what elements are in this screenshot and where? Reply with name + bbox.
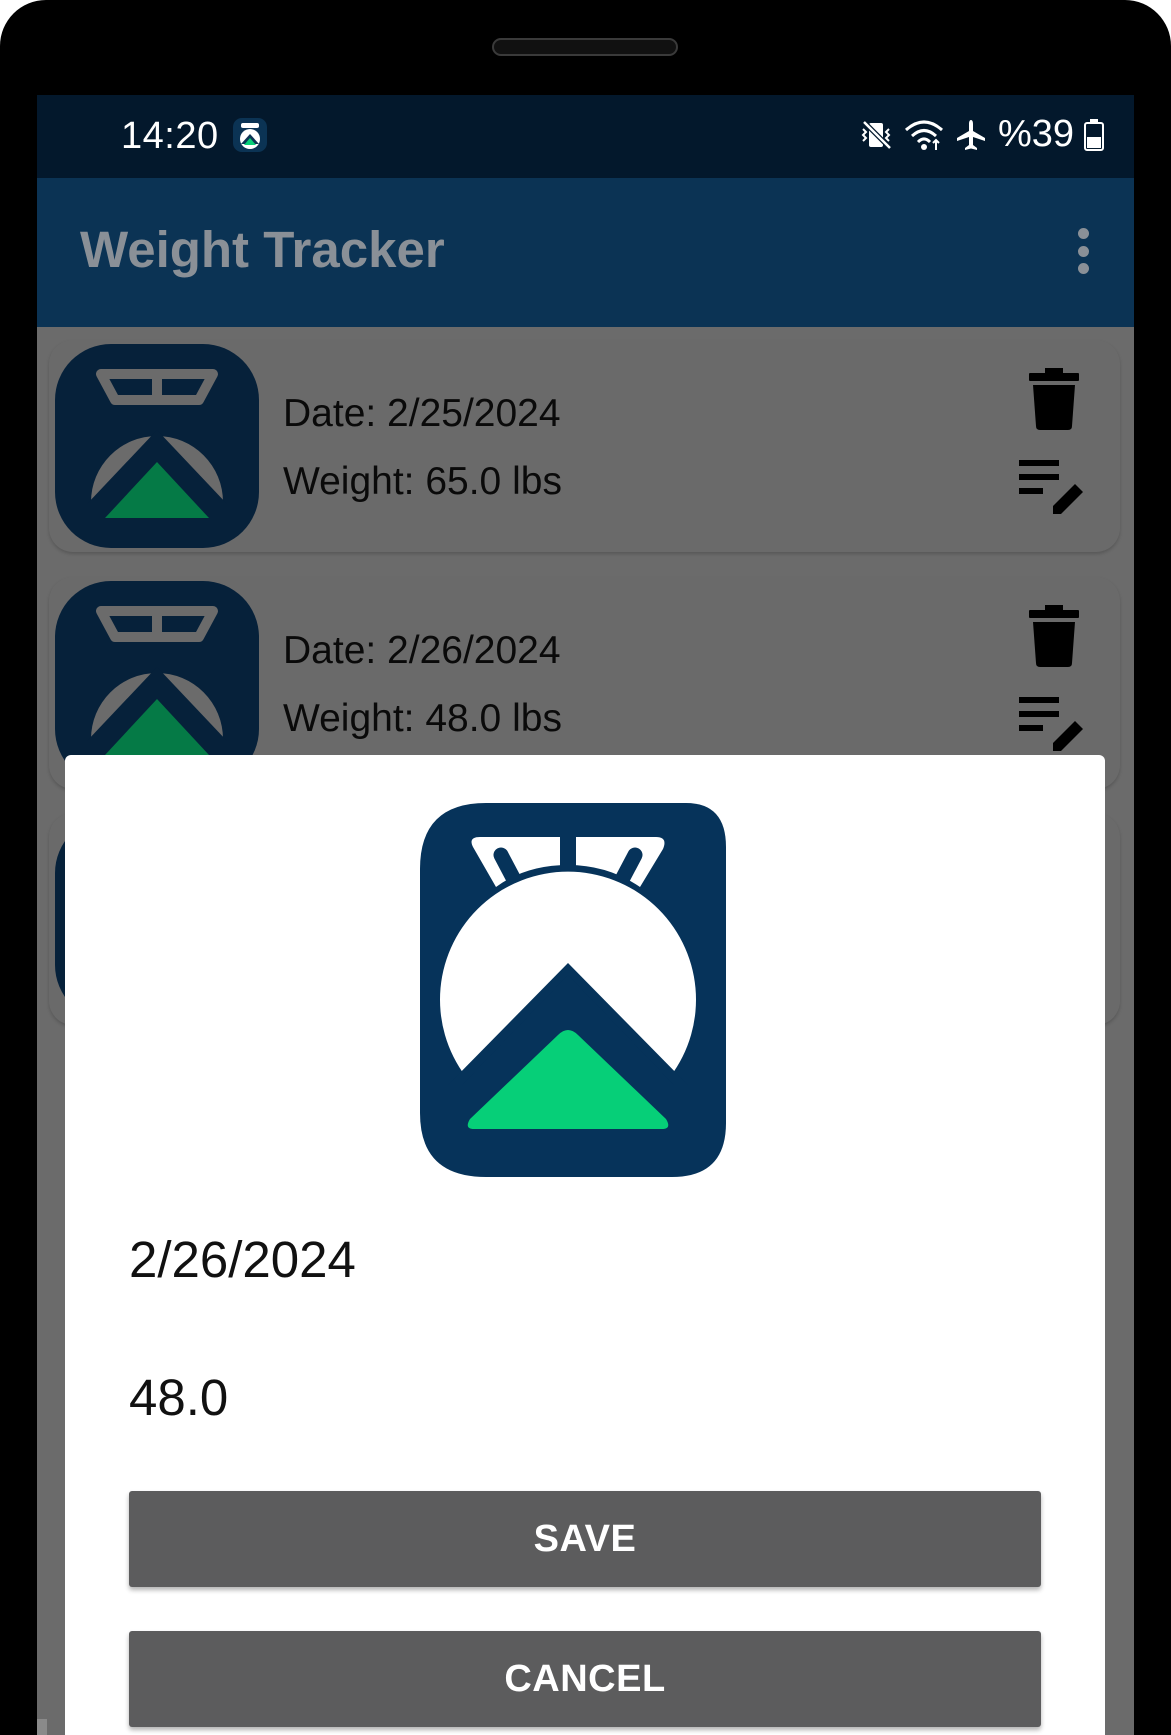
app-title: Weight Tracker — [80, 221, 445, 278]
airplane-mode-icon — [956, 119, 985, 150]
edit-note-icon[interactable] — [1019, 695, 1087, 753]
delete-icon[interactable] — [1029, 605, 1079, 667]
status-bar: 14:20 %39 — [37, 95, 1134, 178]
entry-date: Date: 2/26/2024 — [283, 629, 561, 672]
date-field[interactable]: 2/26/2024 — [129, 1230, 356, 1289]
weight-field[interactable]: 48.0 — [129, 1368, 228, 1427]
app-logo-image — [420, 803, 726, 1177]
app-notification-icon — [233, 118, 267, 152]
cancel-button[interactable]: CANCEL — [129, 1631, 1041, 1727]
phone-frame: 14:20 %39 Weight Tracker Date: 2/25/2024… — [0, 0, 1171, 1735]
battery-icon — [1084, 118, 1104, 151]
battery-percent: %39 — [997, 113, 1074, 155]
status-indicators: %39 — [860, 113, 1104, 156]
weight-entry-card[interactable]: Date: 2/25/2024 Weight: 65.0 lbs — [49, 340, 1120, 552]
edit-entry-dialog: 2/26/2024 48.0 SAVE CANCEL — [65, 755, 1105, 1735]
save-button[interactable]: SAVE — [129, 1491, 1041, 1587]
app-logo-icon — [55, 344, 259, 548]
wifi-icon — [904, 120, 943, 150]
entry-weight: Weight: 48.0 lbs — [283, 697, 562, 740]
vibrate-mute-icon — [861, 119, 892, 150]
entry-weight: Weight: 65.0 lbs — [283, 460, 562, 503]
delete-icon[interactable] — [1029, 368, 1079, 430]
app-bar: Weight Tracker — [37, 178, 1134, 327]
edit-note-icon[interactable] — [1019, 458, 1087, 516]
overflow-menu-icon[interactable] — [1076, 228, 1090, 274]
status-time: 14:20 — [121, 115, 219, 157]
entry-date: Date: 2/25/2024 — [283, 392, 561, 435]
speaker-grille — [492, 38, 678, 56]
scroll-indicator — [37, 1719, 47, 1735]
